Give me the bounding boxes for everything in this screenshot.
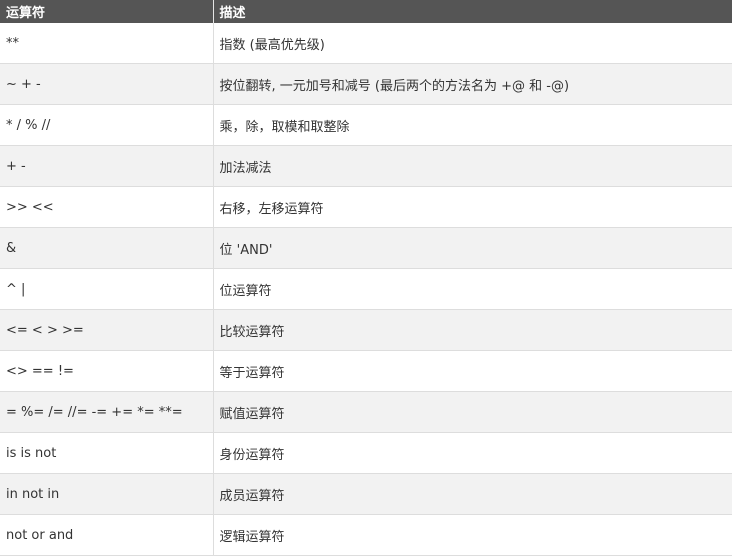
table-row: ** 指数 (最高优先级) <box>0 23 732 64</box>
header-row: 运算符 描述 <box>0 0 732 23</box>
operator-cell: not or and <box>0 514 214 556</box>
operator-cell: in not in <box>0 473 214 515</box>
operator-cell: <> == != <box>0 350 214 392</box>
operator-cell: ** <box>0 23 214 64</box>
operator-cell: * / % // <box>0 104 214 146</box>
description-cell: 右移，左移运算符 <box>213 186 732 228</box>
description-cell: 按位翻转, 一元加号和减号 (最后两个的方法名为 +@ 和 -@) <box>213 63 732 105</box>
header-description: 描述 <box>213 0 732 23</box>
table-row: <= < > >= 比较运算符 <box>0 309 732 351</box>
description-cell: 成员运算符 <box>213 473 732 515</box>
table-row: <> == != 等于运算符 <box>0 350 732 392</box>
description-cell: 赋值运算符 <box>213 391 732 433</box>
table-row: + - 加法减法 <box>0 145 732 187</box>
description-cell: 逻辑运算符 <box>213 514 732 556</box>
operator-cell: = %= /= //= -= += *= **= <box>0 391 214 433</box>
table-row: is is not 身份运算符 <box>0 432 732 474</box>
description-cell: 比较运算符 <box>213 309 732 351</box>
description-cell: 位 'AND' <box>213 227 732 269</box>
table-row: ~ + - 按位翻转, 一元加号和减号 (最后两个的方法名为 +@ 和 -@) <box>0 63 732 105</box>
table-row: * / % // 乘，除，取模和取整除 <box>0 104 732 146</box>
description-cell: 加法减法 <box>213 145 732 187</box>
table-row: in not in 成员运算符 <box>0 473 732 515</box>
description-cell: 指数 (最高优先级) <box>213 23 732 64</box>
description-cell: 乘，除，取模和取整除 <box>213 104 732 146</box>
description-cell: 等于运算符 <box>213 350 732 392</box>
operator-cell: <= < > >= <box>0 309 214 351</box>
table-body: ** 指数 (最高优先级) ~ + - 按位翻转, 一元加号和减号 (最后两个的… <box>0 23 732 556</box>
operator-cell: ^ | <box>0 268 214 310</box>
description-cell: 身份运算符 <box>213 432 732 474</box>
table-row: & 位 'AND' <box>0 227 732 269</box>
description-cell: 位运算符 <box>213 268 732 310</box>
table-header: 运算符 描述 <box>0 0 732 23</box>
header-operator: 运算符 <box>0 0 214 23</box>
operator-cell: >> << <box>0 186 214 228</box>
table-row: = %= /= //= -= += *= **= 赋值运算符 <box>0 391 732 433</box>
operator-cell: + - <box>0 145 214 187</box>
table-row: >> << 右移，左移运算符 <box>0 186 732 228</box>
operator-cell: ~ + - <box>0 63 214 105</box>
table-row: not or and 逻辑运算符 <box>0 514 732 556</box>
operator-cell: is is not <box>0 432 214 474</box>
operator-precedence-table: 运算符 描述 ** 指数 (最高优先级) ~ + - 按位翻转, 一元加号和减号… <box>0 0 732 556</box>
operator-cell: & <box>0 227 214 269</box>
table-row: ^ | 位运算符 <box>0 268 732 310</box>
